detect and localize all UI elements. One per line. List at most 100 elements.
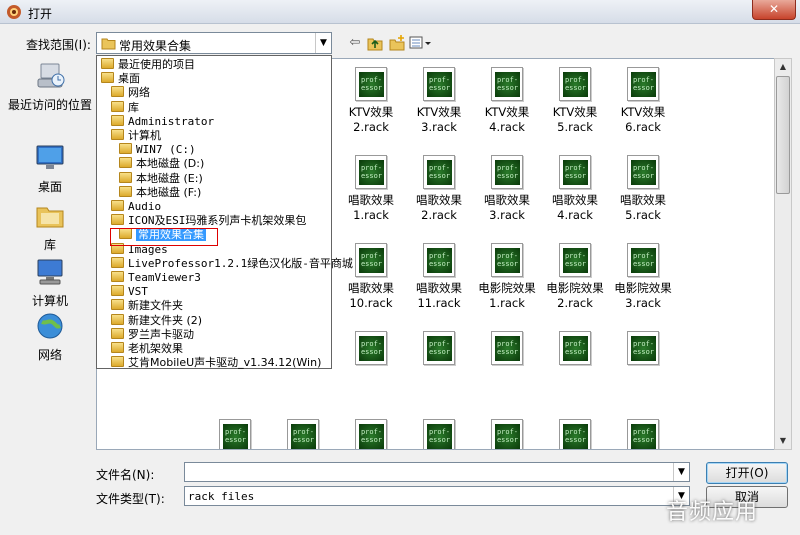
file-item[interactable]: prof- essor 唱歌效果 1.rack <box>338 155 404 223</box>
filetype-select[interactable]: rack files ▼ <box>184 486 690 506</box>
dropdown-item[interactable]: 本地磁盘 (F:) <box>119 186 201 200</box>
file-item[interactable]: prof- essor KTV效果 2.rack <box>338 67 404 135</box>
lookin-label: 查找范围(I): <box>26 36 91 53</box>
desktop-icon <box>34 144 66 172</box>
file-icon-glyph: prof- essor <box>359 336 384 361</box>
file-icon-glyph: prof- essor <box>495 248 520 273</box>
place-desktop[interactable]: 桌面 <box>6 144 94 195</box>
folder-icon <box>111 285 124 296</box>
file-item[interactable]: prof- essor 唱歌效果 11.rack <box>406 243 472 311</box>
place-library[interactable]: 库 <box>6 202 94 253</box>
drive-icon <box>119 143 132 154</box>
dropdown-item[interactable]: 桌面 <box>101 72 140 86</box>
vertical-scrollbar[interactable]: ▲ ▼ <box>774 58 792 450</box>
lookin-dropdown-list[interactable]: 最近使用的项目桌面网络库Administrator计算机WIN7 (C:)本地磁… <box>96 55 332 369</box>
rack-file-icon: prof- essor <box>423 419 455 450</box>
dropdown-item[interactable]: 最近使用的项目 <box>101 58 195 72</box>
scroll-down-icon[interactable]: ▼ <box>775 433 791 449</box>
close-button[interactable]: ✕ <box>752 0 796 20</box>
dropdown-item[interactable]: VST <box>111 285 148 299</box>
file-item[interactable]: prof- essor <box>270 419 336 450</box>
dropdown-item[interactable]: 艾肯MobileU声卡驱动_v1.34.12(Win) <box>111 356 321 370</box>
scroll-thumb[interactable] <box>776 76 790 194</box>
file-item[interactable]: prof- essor <box>406 331 472 369</box>
dropdown-item[interactable]: TeamViewer3 <box>111 271 201 285</box>
dropdown-item[interactable]: 本地磁盘 (D:) <box>119 157 204 171</box>
file-item[interactable]: prof- essor 电影院效果 1.rack <box>474 243 540 311</box>
file-item[interactable]: prof- essor KTV效果 5.rack <box>542 67 608 135</box>
up-folder-icon[interactable] <box>366 34 384 52</box>
file-item[interactable]: prof- essor <box>542 419 608 450</box>
file-name-line1: 唱歌效果 <box>610 193 676 208</box>
dropdown-item[interactable]: 本地磁盘 (E:) <box>119 172 203 186</box>
file-item[interactable]: prof- essor 电影院效果 3.rack <box>610 243 676 311</box>
file-icon-glyph: prof- essor <box>563 424 588 449</box>
dropdown-item[interactable]: 新建文件夹 (2) <box>111 314 202 328</box>
dropdown-item-label: 库 <box>128 101 139 114</box>
file-item[interactable]: prof- essor 电影院效果 2.rack <box>542 243 608 311</box>
dropdown-item[interactable]: WIN7 (C:) <box>119 143 196 157</box>
computer-icon <box>111 129 124 140</box>
rack-file-icon: prof- essor <box>491 331 523 365</box>
file-name-line1: 唱歌效果 <box>338 193 404 208</box>
file-name-line2: 2.rack <box>542 296 608 311</box>
file-name-line2: 1.rack <box>338 208 404 223</box>
dropdown-item[interactable]: 老机架效果 <box>111 342 183 356</box>
file-item[interactable]: prof- essor <box>474 331 540 369</box>
chevron-down-icon[interactable]: ▼ <box>673 463 689 481</box>
file-name-line2: 3.rack <box>406 120 472 135</box>
folder-icon <box>111 314 124 325</box>
file-item[interactable]: prof- essor 唱歌效果 4.rack <box>542 155 608 223</box>
scroll-up-icon[interactable]: ▲ <box>775 59 791 75</box>
file-item[interactable]: prof- essor <box>338 331 404 369</box>
file-item[interactable]: prof- essor 唱歌效果 2.rack <box>406 155 472 223</box>
file-item[interactable]: prof- essor <box>406 419 472 450</box>
dropdown-item[interactable]: 库 <box>111 101 139 115</box>
dropdown-item-label: 本地磁盘 (D:) <box>136 157 204 170</box>
place-computer-label: 计算机 <box>6 292 94 309</box>
file-name-line1: KTV效果 <box>610 105 676 120</box>
file-item[interactable]: prof- essor KTV效果 3.rack <box>406 67 472 135</box>
dropdown-item[interactable]: 新建文件夹 <box>111 299 183 313</box>
file-item[interactable]: prof- essor <box>202 419 268 450</box>
file-name-line2: 3.rack <box>474 208 540 223</box>
place-recent[interactable]: 最近访问的位置 <box>6 62 94 113</box>
file-item[interactable]: prof- essor <box>542 331 608 369</box>
filename-field[interactable]: ▼ <box>184 462 690 482</box>
file-item[interactable]: prof- essor <box>610 331 676 369</box>
lookin-select[interactable]: 常用效果合集 ▼ <box>96 32 332 54</box>
rack-file-icon: prof- essor <box>627 419 659 450</box>
dropdown-item-label: 最近使用的项目 <box>118 58 195 71</box>
dropdown-item[interactable]: 网络 <box>111 86 150 100</box>
rack-file-icon: prof- essor <box>423 331 455 365</box>
dropdown-item[interactable]: 罗兰声卡驱动 <box>111 328 194 342</box>
file-item[interactable]: prof- essor <box>338 419 404 450</box>
file-name-line2: 1.rack <box>474 296 540 311</box>
file-item[interactable]: prof- essor KTV效果 6.rack <box>610 67 676 135</box>
file-item[interactable]: prof- essor <box>610 419 676 450</box>
dropdown-item[interactable]: Administrator <box>111 115 214 129</box>
dropdown-item-label: 本地磁盘 (F:) <box>136 186 201 199</box>
window-title: 打开 <box>28 5 52 22</box>
place-network[interactable]: 网络 <box>6 312 94 363</box>
view-menu-icon[interactable] <box>408 34 432 52</box>
dropdown-item[interactable]: LiveProfessor1.2.1绿色汉化版-音平商城 <box>111 257 353 271</box>
place-computer[interactable]: 计算机 <box>6 258 94 309</box>
file-item[interactable]: prof- essor <box>474 419 540 450</box>
dropdown-item[interactable]: 计算机 <box>111 129 161 143</box>
chevron-down-icon[interactable]: ▼ <box>315 33 331 53</box>
rack-file-icon: prof- essor <box>423 67 455 101</box>
dropdown-item[interactable]: ICON及ESI玛雅系列声卡机架效果包 <box>111 214 306 228</box>
file-item[interactable]: prof- essor 唱歌效果 3.rack <box>474 155 540 223</box>
dropdown-item[interactable]: Audio <box>111 200 161 214</box>
rack-file-icon: prof- essor <box>559 419 591 450</box>
file-item[interactable]: prof- essor KTV效果 4.rack <box>474 67 540 135</box>
open-button[interactable]: 打开(O) <box>706 462 788 484</box>
file-item[interactable]: prof- essor 唱歌效果 10.rack <box>338 243 404 311</box>
back-arrow-icon[interactable]: ⇦ <box>346 34 364 52</box>
dropdown-item-label: VST <box>128 285 148 298</box>
file-icon-glyph: prof- essor <box>631 248 656 273</box>
rack-file-icon: prof- essor <box>423 243 455 277</box>
file-item[interactable]: prof- essor 唱歌效果 5.rack <box>610 155 676 223</box>
new-folder-icon[interactable] <box>388 34 406 52</box>
